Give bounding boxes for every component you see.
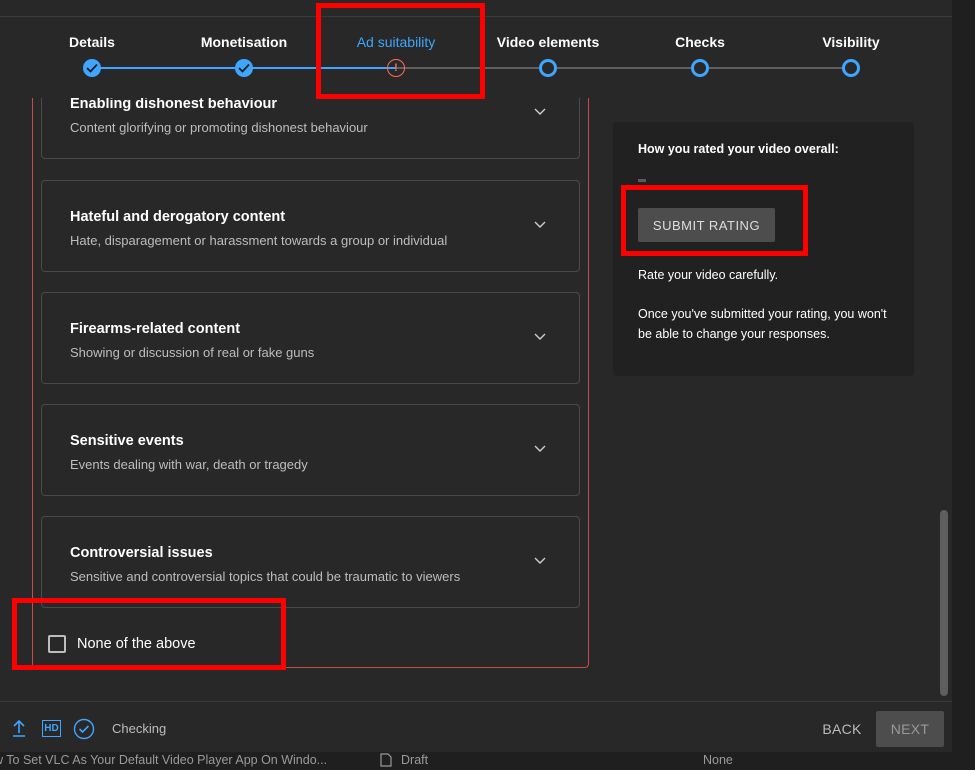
background-restrictions: None: [703, 753, 733, 767]
chevron-down-icon[interactable]: [534, 445, 546, 453]
category-subtitle: Showing or discussion of real or fake gu…: [70, 345, 315, 360]
upload-icon: [13, 719, 25, 737]
rating-note: Rate your video carefully.: [638, 268, 779, 282]
back-button[interactable]: BACK: [813, 712, 871, 746]
category-card-controversial[interactable]: Controversial issues Sensitive and contr…: [41, 516, 580, 608]
category-title: Controversial issues: [70, 545, 213, 561]
highlight-box-ad-suitability: [316, 3, 485, 99]
category-title: Hateful and derogatory content: [70, 209, 286, 225]
chevron-down-icon[interactable]: [534, 221, 546, 229]
next-button[interactable]: NEXT: [876, 711, 944, 747]
step-monetisation-label[interactable]: Monetisation: [201, 34, 287, 50]
rating-placeholder: [638, 179, 646, 182]
highlight-box-none-of-the-above: [12, 598, 286, 670]
step-video-elements-node[interactable]: [539, 59, 557, 77]
background-visibility-label: Draft: [401, 753, 429, 767]
category-subtitle: Sensitive and controversial topics that …: [70, 569, 461, 584]
hd-icon: HD: [42, 720, 61, 737]
chevron-down-icon[interactable]: [534, 108, 546, 116]
category-card-sensitive-events[interactable]: Sensitive events Events dealing with war…: [41, 404, 580, 496]
step-details-label[interactable]: Details: [69, 34, 115, 50]
background-video-row: w To Set VLC As Your Default Video Playe…: [0, 752, 975, 770]
draft-icon: [380, 753, 392, 767]
category-card-firearms[interactable]: Firearms-related content Showing or disc…: [41, 292, 580, 384]
chevron-down-icon[interactable]: [534, 557, 546, 565]
background-visibility: Draft: [380, 753, 428, 767]
category-title: Firearms-related content: [70, 321, 241, 337]
category-subtitle: Events dealing with war, death or traged…: [70, 457, 308, 472]
category-subtitle: Content glorifying or promoting dishones…: [70, 120, 368, 135]
category-card-hateful[interactable]: Hateful and derogatory content Hate, dis…: [41, 180, 580, 272]
chevron-down-icon[interactable]: [534, 333, 546, 341]
upload-status: Checking: [112, 721, 167, 736]
checks-complete-icon: [73, 718, 95, 740]
dialog-footer: HD Checking BACK NEXT: [0, 701, 952, 752]
scrollbar-thumb[interactable]: [940, 510, 948, 696]
category-subtitle: Hate, disparagement or harassment toward…: [70, 233, 448, 248]
category-title: Enabling dishonest behaviour: [70, 98, 278, 112]
check-icon[interactable]: [235, 59, 253, 77]
step-checks-node[interactable]: [691, 59, 709, 77]
step-video-elements-label[interactable]: Video elements: [497, 34, 599, 50]
category-title: Sensitive events: [70, 433, 184, 449]
category-card-dishonest[interactable]: Enabling dishonest behaviour Content glo…: [41, 98, 580, 159]
step-visibility-label[interactable]: Visibility: [822, 34, 879, 50]
check-icon[interactable]: [83, 59, 101, 77]
step-checks-label[interactable]: Checks: [675, 34, 725, 50]
background-video-title: w To Set VLC As Your Default Video Playe…: [0, 753, 328, 767]
highlight-box-submit-rating: [621, 185, 808, 256]
rating-heading: How you rated your video overall:: [638, 142, 839, 156]
rating-warning-note: Once you've submitted your rating, you w…: [638, 307, 887, 341]
step-visibility-node[interactable]: [842, 59, 860, 77]
